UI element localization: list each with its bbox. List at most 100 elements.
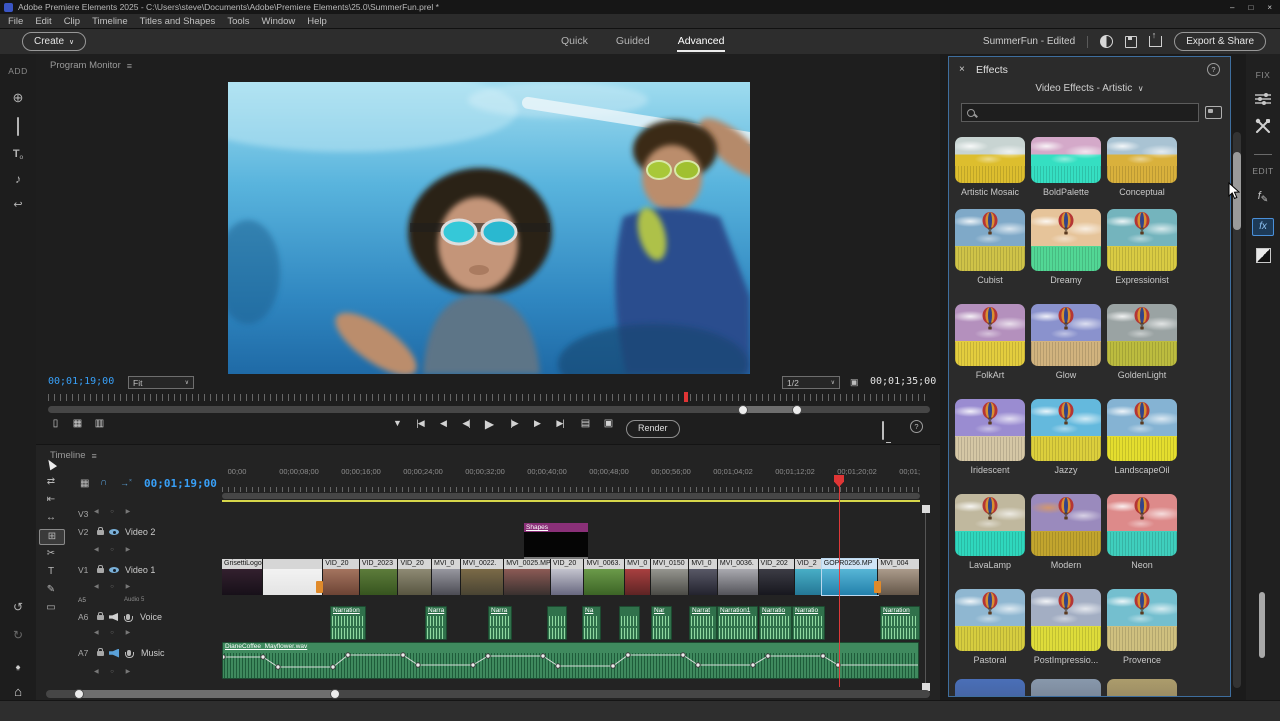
add-media-icon[interactable]: ⊕	[0, 90, 36, 106]
narration-clip[interactable]	[619, 606, 640, 640]
effect-thumb-cubist[interactable]	[955, 209, 1025, 271]
dual-monitor-icon[interactable]	[882, 421, 884, 440]
timeline-clip[interactable]: MVI_0063.	[584, 559, 625, 595]
effect-thumb-neon[interactable]	[1107, 494, 1177, 556]
effect-thumb-folkart[interactable]	[955, 304, 1025, 366]
track-scrollbar[interactable]	[925, 507, 926, 691]
menu-item-tools[interactable]: Tools	[221, 16, 255, 27]
timeline-tool-7[interactable]: ▭	[39, 601, 63, 615]
narration-clip[interactable]: Nar	[651, 606, 672, 640]
menu-item-clip[interactable]: Clip	[58, 16, 86, 27]
go-to-start-button[interactable]: |◀	[409, 418, 431, 429]
panel-menu-icon[interactable]: ≡	[127, 61, 132, 71]
timeline-clip[interactable]: VID_20	[551, 559, 585, 595]
monitor-playhead[interactable]	[684, 392, 688, 402]
timeline-clip[interactable]: MVI_004	[878, 559, 920, 595]
eye-icon[interactable]	[109, 567, 119, 573]
effect-thumb-provence[interactable]	[1107, 589, 1177, 651]
speaker-icon[interactable]	[109, 613, 118, 621]
help-icon[interactable]: ?	[910, 420, 923, 433]
list-icon[interactable]: ▥	[88, 418, 110, 429]
keyframe-nav[interactable]: ◀ ○ ▶	[94, 668, 135, 675]
elements-icon[interactable]: ↩	[0, 198, 36, 211]
volume-keyframes[interactable]	[223, 643, 919, 679]
timeline-clip[interactable]: GrisettiLogoHD.m2t [V]	[222, 559, 263, 595]
effect-thumb-pastoral[interactable]	[955, 589, 1025, 651]
scroll-handle-left[interactable]	[738, 405, 748, 415]
effects-panel-icon[interactable]: fx	[1246, 218, 1280, 236]
narration-clip[interactable]	[547, 606, 567, 640]
timeline-clip[interactable]: MVI_0022.	[461, 559, 505, 595]
theme-toggle-icon[interactable]	[1100, 35, 1113, 48]
lock-icon[interactable]	[97, 530, 104, 535]
render-button[interactable]: Render	[626, 420, 680, 438]
timeline-clip[interactable]	[263, 559, 324, 595]
narration-clip[interactable]: Narration	[880, 606, 920, 640]
redo-icon[interactable]: ↻	[0, 628, 36, 642]
home-icon[interactable]: ⌂	[0, 684, 36, 699]
scroll-handle-right[interactable]	[792, 405, 802, 415]
eye-icon[interactable]	[109, 529, 119, 535]
lock-icon[interactable]	[97, 651, 104, 656]
selection-tool[interactable]	[39, 457, 63, 471]
effect-thumb-artistic-mosaic[interactable]	[955, 137, 1025, 183]
effect-thumb-conceptual[interactable]	[1107, 137, 1177, 183]
timeline-tool-0[interactable]: ⇄	[39, 475, 63, 489]
monitor-scrub-ruler[interactable]	[48, 394, 930, 401]
step-back-button[interactable]: ◀	[432, 418, 454, 429]
sidebar-scrollbar[interactable]	[1259, 592, 1265, 658]
frame-back-button[interactable]: ◀|	[455, 418, 477, 429]
minimize-icon[interactable]: –	[1230, 3, 1234, 12]
keyframe-nav[interactable]: ◀ ○ ▶	[94, 508, 135, 515]
effect-thumb-partial[interactable]	[1031, 679, 1101, 697]
timeline-clip[interactable]: MVI_0025.MP4	[504, 559, 551, 595]
maximize-icon[interactable]: □	[1248, 3, 1253, 12]
menu-item-timeline[interactable]: Timeline	[86, 16, 134, 27]
organizer-icon[interactable]: ◆	[0, 656, 36, 674]
keyframe-nav[interactable]: ◀ ○ ▶	[94, 629, 135, 636]
monitor-timecode[interactable]: 00;01;19;00	[48, 376, 114, 387]
effect-thumb-modern[interactable]	[1031, 494, 1101, 556]
menu-item-file[interactable]: File	[2, 16, 29, 27]
menu-item-help[interactable]: Help	[301, 16, 333, 27]
frame-icon[interactable]: ▣	[850, 377, 859, 388]
marker-icon[interactable]: ▼	[386, 418, 408, 428]
timeline-tool-1[interactable]: ⇤	[39, 493, 63, 507]
timeline-clip[interactable]: VID_202	[759, 559, 796, 595]
titles-text-icon[interactable]: To	[0, 144, 36, 162]
effect-thumb-landscapeoil[interactable]	[1107, 399, 1177, 461]
effect-thumb-expressionist[interactable]	[1107, 209, 1177, 271]
effect-thumb-partial[interactable]	[955, 679, 1025, 697]
effect-thumb-partial[interactable]	[1107, 679, 1177, 697]
effect-thumb-lavalamp[interactable]	[955, 494, 1025, 556]
menu-item-titles-and-shapes[interactable]: Titles and Shapes	[134, 16, 222, 27]
close-icon[interactable]: ×	[1267, 3, 1272, 12]
play-button[interactable]: ▶	[478, 417, 500, 431]
close-icon[interactable]: ×	[959, 64, 965, 75]
tab-quick[interactable]: Quick	[560, 31, 589, 52]
timeline-tool-5[interactable]: T	[39, 565, 63, 579]
narration-clip[interactable]: Narration1	[717, 606, 758, 640]
music-clip[interactable]: DianeCoffee_Mayflower.wav	[222, 642, 919, 679]
timeline-clip[interactable]: GOPR0256.MP	[822, 559, 879, 595]
effects-category-dropdown[interactable]: Video Effects - Artistic ∨	[949, 83, 1230, 94]
timeline-clip[interactable]: VID_2	[795, 559, 822, 595]
export-frame-icon[interactable]: ▤	[574, 418, 596, 429]
effect-thumb-boldpalette[interactable]	[1031, 137, 1101, 183]
narration-clip[interactable]: Na	[582, 606, 601, 640]
mic-icon[interactable]	[126, 614, 130, 620]
narration-clip[interactable]: Narratio	[792, 606, 825, 640]
menu-item-window[interactable]: Window	[256, 16, 302, 27]
search-input[interactable]	[961, 103, 1199, 122]
narration-clip[interactable]: Narra	[425, 606, 447, 640]
narration-clip[interactable]: Narrat	[689, 606, 717, 640]
effects-preset-icon[interactable]: f✎	[1246, 190, 1280, 205]
lock-icon[interactable]	[97, 568, 104, 573]
save-icon[interactable]	[1125, 36, 1137, 48]
timeline-clip[interactable]: MVI_0	[689, 559, 718, 595]
timeline-clip[interactable]: VID_2023	[360, 559, 399, 595]
effect-thumb-goldenlight[interactable]	[1107, 304, 1177, 366]
effect-thumb-iridescent[interactable]	[955, 399, 1025, 461]
timeline-clip[interactable]: MVI_0	[625, 559, 651, 595]
fix-tools-icon[interactable]	[1246, 118, 1280, 134]
